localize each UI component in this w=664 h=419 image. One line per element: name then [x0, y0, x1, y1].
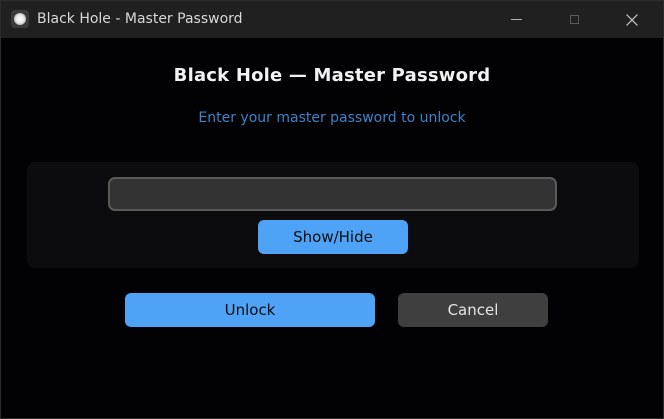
- maximize-icon: [569, 15, 579, 24]
- unlock-button[interactable]: Unlock: [125, 293, 375, 327]
- dialog-window: Black Hole - Master Password Black Hole …: [0, 0, 664, 419]
- maximize-button[interactable]: [551, 1, 597, 38]
- close-button[interactable]: [609, 1, 655, 38]
- orb-glyph: [14, 13, 26, 25]
- show-hide-button[interactable]: Show/Hide: [258, 220, 408, 254]
- cancel-button[interactable]: Cancel: [398, 293, 548, 327]
- title-bar[interactable]: Black Hole - Master Password: [1, 1, 663, 38]
- minimize-button[interactable]: [493, 1, 539, 38]
- window-title: Black Hole - Master Password: [37, 11, 243, 27]
- black-hole-app-icon: [11, 10, 29, 28]
- dialog-heading: Black Hole — Master Password: [173, 65, 491, 86]
- close-icon: [626, 13, 638, 26]
- master-password-input[interactable]: [108, 177, 557, 211]
- minimize-icon: [510, 19, 522, 20]
- dialog-subheading: Enter your master password to unlock: [198, 110, 466, 126]
